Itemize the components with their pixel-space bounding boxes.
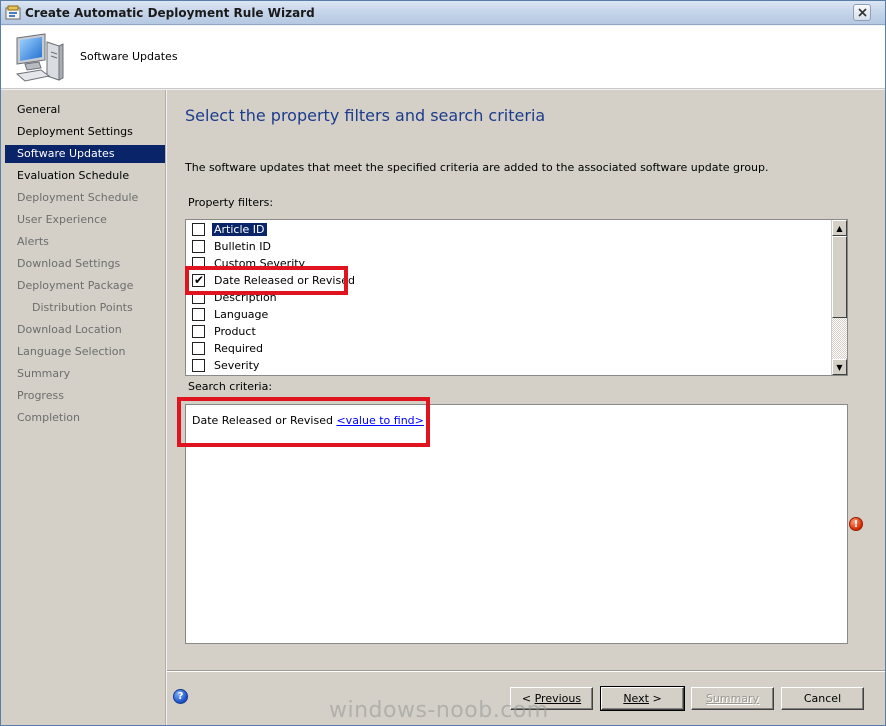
help-icon[interactable]: ?	[173, 689, 188, 704]
nav-item-user-experience: User Experience	[17, 213, 107, 226]
list-item-label: Article ID	[212, 223, 267, 236]
summary-button[interactable]: Summary	[691, 687, 774, 710]
next-button[interactable]: Next >	[600, 686, 685, 711]
cancel-button[interactable]: Cancel	[781, 687, 864, 710]
nav-item-software-updates[interactable]: Software Updates	[5, 145, 165, 163]
list-item[interactable]: Bulletin ID	[192, 238, 273, 255]
list-item-label: Bulletin ID	[214, 240, 271, 253]
list-item[interactable]: Description	[192, 289, 279, 306]
checkbox[interactable]	[192, 291, 205, 304]
scroll-up-button[interactable]: ▲	[832, 220, 847, 236]
summary-label: Summary	[705, 692, 760, 705]
criteria-line: Date Released or Revised <value to find>	[192, 414, 424, 427]
error-icon: !	[849, 517, 863, 531]
property-filters-list[interactable]: Article ID Bulletin ID Custom Severity ✔…	[185, 219, 848, 376]
list-item-label: Product	[214, 325, 256, 338]
cancel-label: Cancel	[803, 692, 842, 705]
checkmark-icon: ✔	[194, 273, 205, 287]
list-item[interactable]: Article ID	[192, 221, 267, 238]
scroll-track[interactable]	[832, 318, 847, 359]
nav-item-general[interactable]: General	[5, 101, 165, 119]
list-item-label: Language	[214, 308, 269, 321]
property-filters-label: Property filters:	[188, 196, 274, 209]
checkbox[interactable]	[192, 308, 205, 321]
list-scrollbar[interactable]: ▲ ▼	[831, 220, 847, 375]
nav-item-language-selection: Language Selection	[17, 345, 126, 358]
checkbox[interactable]	[192, 325, 205, 338]
nav-item-summary: Summary	[17, 367, 71, 380]
nav-item-deployment-settings[interactable]: Deployment Settings	[5, 123, 165, 141]
wizard-app-icon	[5, 5, 21, 20]
nav-item-download-settings: Download Settings	[17, 257, 121, 270]
list-item[interactable]: Custom Severity	[192, 255, 307, 272]
nav-item-completion: Completion	[17, 411, 81, 424]
page-description: The software updates that meet the speci…	[185, 161, 769, 174]
close-icon	[857, 8, 867, 17]
list-item[interactable]: ✔ Date Released or Revised	[192, 272, 357, 289]
title-bar[interactable]: Create Automatic Deployment Rule Wizard	[1, 1, 885, 25]
arrow-down-icon: ▼	[836, 362, 843, 372]
list-item-label: Description	[214, 291, 277, 304]
search-criteria-box[interactable]: Date Released or Revised <value to find>	[185, 404, 848, 644]
list-item[interactable]: Severity	[192, 357, 261, 374]
list-item-label: Date Released or Revised	[214, 274, 355, 287]
list-item[interactable]: Product	[192, 323, 258, 340]
checkbox[interactable]	[192, 240, 205, 253]
nav-item-alerts: Alerts	[17, 235, 49, 248]
nav-item-distribution-points: Distribution Points	[32, 301, 133, 314]
checkbox[interactable]	[192, 342, 205, 355]
scroll-thumb[interactable]	[832, 236, 847, 318]
checkbox[interactable]	[192, 359, 205, 372]
window-title: Create Automatic Deployment Rule Wizard	[25, 6, 315, 20]
list-item-label: Required	[214, 342, 263, 355]
list-item[interactable]: Language	[192, 306, 270, 323]
wizard-window: Create Automatic Deployment Rule Wizard	[0, 0, 886, 726]
nav-item-deployment-package: Deployment Package	[17, 279, 134, 292]
checkbox[interactable]	[192, 223, 205, 236]
next-suffix: >	[648, 692, 662, 705]
search-criteria-label: Search criteria:	[188, 380, 273, 393]
watermark-text: windows-noob.com	[329, 698, 549, 723]
wizard-header: Software Updates	[1, 26, 885, 89]
header-title: Software Updates	[80, 50, 178, 63]
list-item-label: Severity	[214, 359, 260, 372]
arrow-up-icon: ▲	[836, 223, 843, 233]
list-item-label: Custom Severity	[214, 257, 306, 270]
next-label: Next	[623, 692, 649, 705]
list-item[interactable]: Required	[192, 340, 265, 357]
wizard-content: Select the property filters and search c…	[167, 90, 885, 725]
computer-icon	[15, 33, 64, 82]
nav-item-deployment-schedule: Deployment Schedule	[17, 191, 139, 204]
criteria-property: Date Released or Revised	[192, 414, 333, 427]
checkbox[interactable]	[192, 257, 205, 270]
checkbox-checked[interactable]: ✔	[192, 274, 205, 287]
nav-item-evaluation-schedule[interactable]: Evaluation Schedule	[5, 167, 165, 185]
value-to-find-link[interactable]: <value to find>	[336, 414, 423, 427]
close-button[interactable]	[853, 4, 871, 21]
nav-item-download-location: Download Location	[17, 323, 122, 336]
page-heading: Select the property filters and search c…	[185, 106, 546, 125]
footer-divider	[167, 670, 885, 672]
scroll-down-button[interactable]: ▼	[832, 359, 847, 375]
nav-item-progress: Progress	[17, 389, 64, 402]
wizard-nav: General Deployment Settings Software Upd…	[1, 90, 166, 725]
